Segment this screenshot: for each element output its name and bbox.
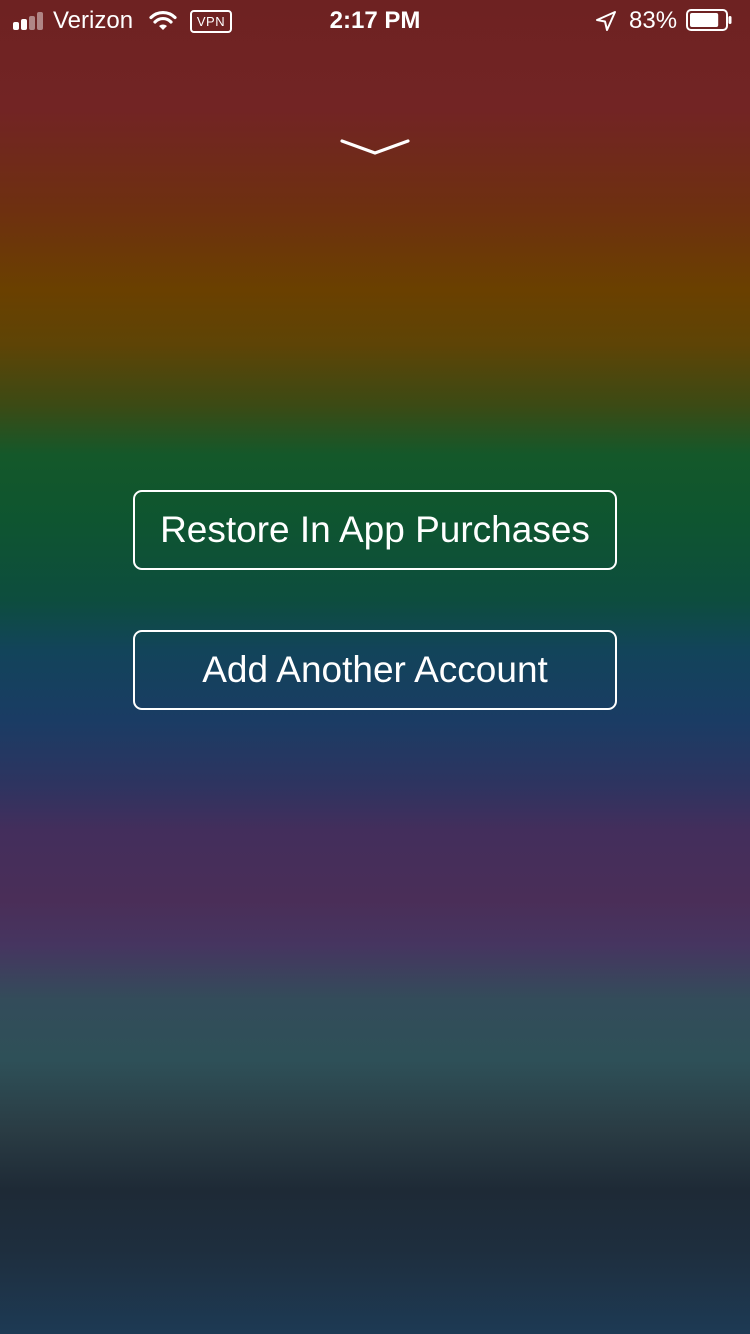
battery-percentage: 83% [629,7,678,34]
chevron-down-icon[interactable] [340,136,410,158]
location-arrow-icon [596,11,616,31]
battery-icon [686,9,732,31]
add-account-button[interactable]: Add Another Account [133,630,617,710]
status-bar: Verizon VPN 2:17 PM 83% [0,0,750,40]
restore-purchases-button[interactable]: Restore In App Purchases [133,490,617,570]
